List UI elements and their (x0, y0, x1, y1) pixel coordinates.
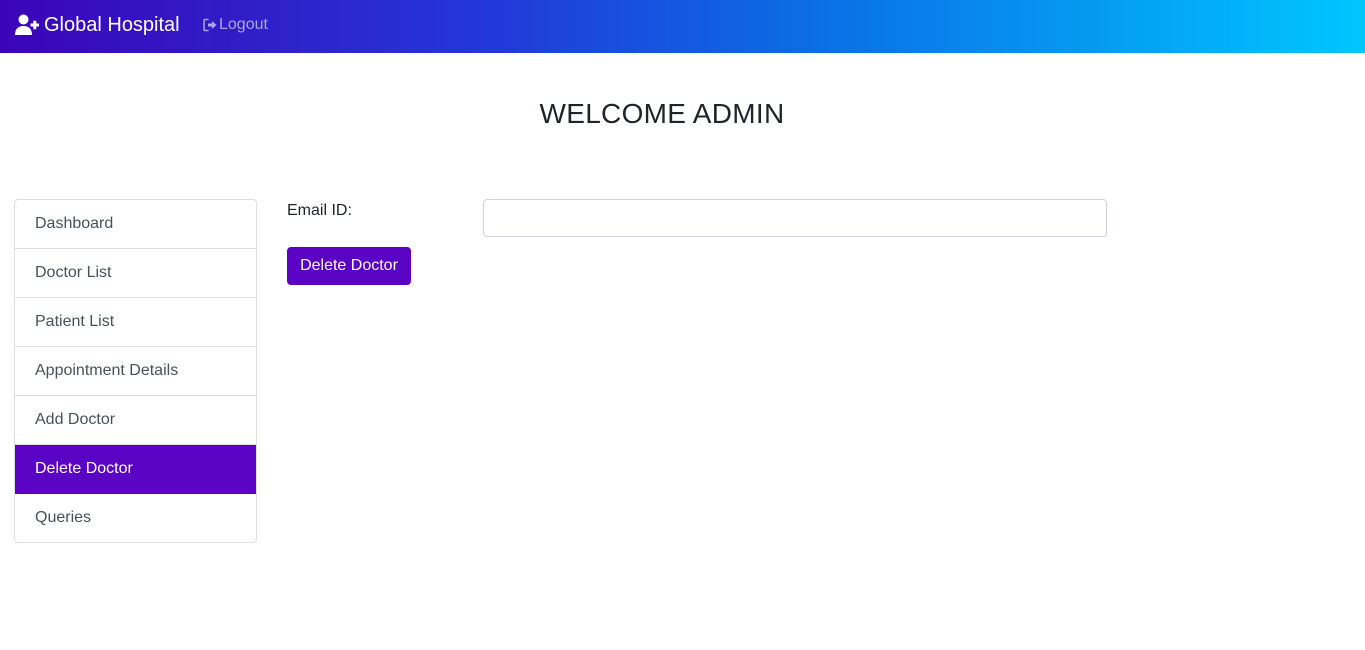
top-navbar: Global Hospital Logout (0, 0, 1365, 53)
sign-out-icon (203, 18, 218, 32)
user-plus-icon (15, 14, 39, 36)
logout-label: Logout (219, 16, 268, 33)
sidebar-item-appointment-details[interactable]: Appointment Details (15, 347, 256, 396)
sidebar-item-doctor-list[interactable]: Doctor List (15, 249, 256, 298)
sidebar-item-add-doctor[interactable]: Add Doctor (15, 396, 256, 445)
email-label: Email ID: (287, 202, 352, 219)
sidebar-item-dashboard[interactable]: Dashboard (15, 200, 256, 249)
sidebar-menu: Dashboard Doctor List Patient List Appoi… (14, 199, 257, 543)
sidebar-item-delete-doctor[interactable]: Delete Doctor (15, 445, 256, 494)
delete-doctor-button[interactable]: Delete Doctor (287, 247, 411, 285)
brand-link[interactable]: Global Hospital (15, 12, 180, 38)
brand-name: Global Hospital (44, 14, 180, 36)
sidebar-item-queries[interactable]: Queries (15, 494, 256, 542)
email-input[interactable] (483, 199, 1107, 237)
sidebar-item-patient-list[interactable]: Patient List (15, 298, 256, 347)
logout-link[interactable]: Logout (203, 15, 268, 35)
page-title: WELCOME ADMIN (539, 98, 785, 129)
